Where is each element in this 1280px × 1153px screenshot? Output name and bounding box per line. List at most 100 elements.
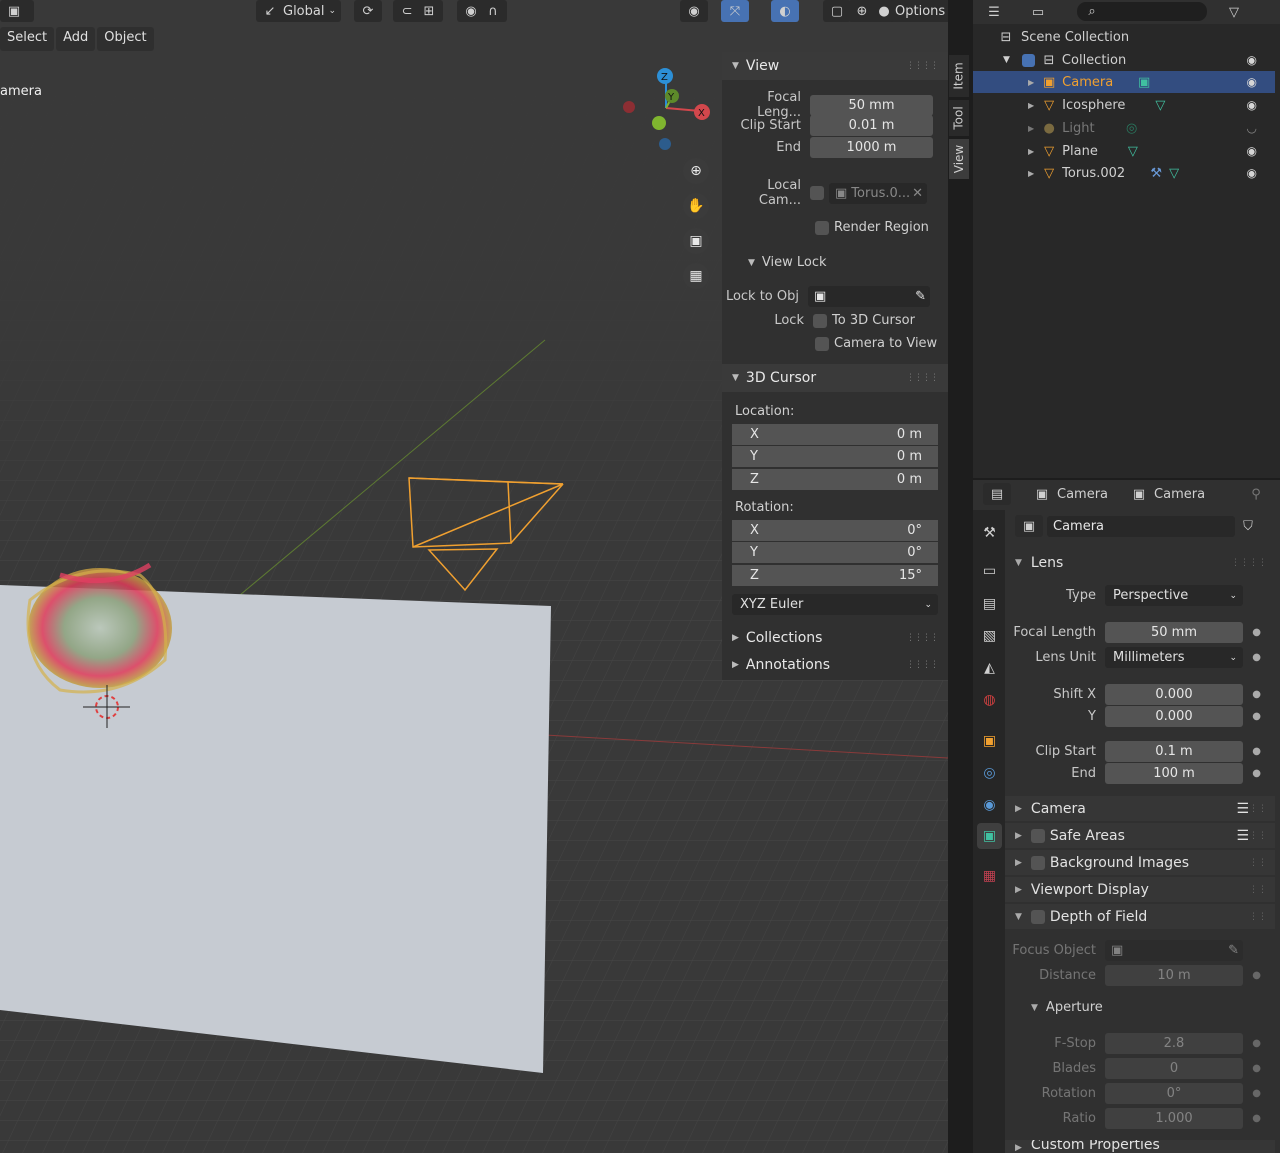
eye-icon[interactable]: ◉ [1247, 53, 1257, 67]
transform-orientation-dropdown[interactable]: ↙ Global ⌄ [256, 0, 342, 22]
collections-panel-header[interactable]: ▶ Collections ⋮⋮⋮⋮ [722, 624, 948, 652]
eyedropper-icon[interactable]: ✎ [915, 289, 926, 304]
outliner-search-input[interactable]: ⌕ [1077, 2, 1207, 21]
drag-grip-icon[interactable]: ⋮⋮ [1249, 804, 1267, 814]
lock-to-object-field[interactable]: ▣ ✎ [808, 286, 930, 307]
camera-to-view-row[interactable]: Camera to View [815, 336, 937, 351]
display-mode-icon[interactable]: ☰ [985, 3, 1003, 21]
presets-list-icon[interactable]: ☰ [1236, 828, 1249, 844]
keyframe-dot-icon[interactable]: ● [1252, 711, 1261, 722]
mesh-data-icon[interactable]: ▽ [1151, 96, 1169, 114]
aperture-rotation-field[interactable]: 0° [1105, 1083, 1243, 1104]
outliner-item-camera[interactable]: ▶ ▣ Camera ▣ ◉ [973, 71, 1275, 93]
collapsed-triangle-icon[interactable]: ▶ [1028, 147, 1034, 156]
shift-x-field[interactable]: 0.000 [1105, 684, 1243, 705]
location-y-field[interactable]: Y 0 m [732, 446, 938, 467]
tab-item[interactable]: Item [949, 55, 969, 97]
world-tab-icon[interactable]: ◍ [977, 687, 1002, 713]
view-lock-subheader[interactable]: ▼ View Lock [748, 255, 827, 270]
drag-grip-icon[interactable]: ⋮⋮⋮⋮ [906, 373, 939, 383]
pin-icon[interactable]: ⚲ [1247, 485, 1265, 503]
outliner-item-icosphere[interactable]: ▶ ▽ Icosphere ▽ ◉ [973, 94, 1275, 116]
clip-start-field[interactable]: 0.01 m [810, 115, 933, 136]
perspective-toggle-button[interactable]: ▦ [683, 263, 709, 289]
clip-start-field[interactable]: 0.1 m [1105, 741, 1243, 762]
outliner-item-light[interactable]: ▶ ● Light ◎ ◡ [973, 117, 1275, 139]
focus-object-field[interactable]: ▣ ✎ [1105, 940, 1243, 961]
mesh-data-icon[interactable]: ▽ [1124, 142, 1142, 160]
rotation-x-field[interactable]: X 0° [732, 520, 938, 541]
eye-icon[interactable]: ◉ [1247, 75, 1257, 89]
xray-toggle[interactable]: ▢ [823, 0, 851, 22]
output-tab-icon[interactable]: ▤ [977, 591, 1002, 617]
drag-grip-icon[interactable]: ⋮⋮⋮⋮ [906, 660, 939, 670]
scene-tab-icon[interactable]: ◭ [977, 655, 1002, 681]
light-data-icon[interactable]: ◎ [1123, 119, 1141, 137]
proportional-edit-toggle[interactable]: ◉ ∩ [457, 0, 507, 22]
rotation-z-field[interactable]: Z 15° [732, 565, 938, 586]
presets-list-icon[interactable]: ☰ [1236, 801, 1249, 817]
menu-add[interactable]: Add [56, 27, 96, 51]
drag-grip-icon[interactable]: ⋮⋮ [1249, 885, 1267, 895]
camera-data-icon[interactable]: ▣ [1135, 73, 1153, 91]
wrench-icon[interactable]: ⚒ [1147, 164, 1165, 182]
shift-y-field[interactable]: 0.000 [1105, 706, 1243, 727]
local-camera-field[interactable]: ▣ Torus.0... ✕ [829, 182, 927, 204]
keyframe-dot-icon[interactable]: ● [1252, 1113, 1261, 1124]
3d-cursor-panel-header[interactable]: ▼ 3D Cursor ⋮⋮⋮⋮ [722, 364, 948, 392]
blades-field[interactable]: 0 [1105, 1058, 1243, 1079]
fstop-field[interactable]: 2.8 [1105, 1033, 1243, 1054]
keyframe-dot-icon[interactable]: ● [1252, 1038, 1261, 1049]
focal-length-field[interactable]: 50 mm [810, 94, 933, 116]
collection-checkbox[interactable] [1021, 53, 1035, 67]
texture-tab-icon[interactable]: ▦ [977, 863, 1002, 889]
dof-checkbox[interactable] [1030, 909, 1045, 924]
drag-grip-icon[interactable]: ⋮⋮⋮⋮ [1231, 558, 1267, 568]
clip-end-field[interactable]: 1000 m [810, 137, 933, 158]
viewport-display-panel-header[interactable]: ▶ Viewport Display ⋮⋮ [1005, 877, 1275, 902]
keyframe-dot-icon[interactable]: ● [1252, 746, 1261, 757]
custom-properties-panel-header[interactable]: ▶ Custom Properties [1005, 1140, 1275, 1153]
tab-tool[interactable]: Tool [949, 100, 969, 136]
overlay-toggle[interactable]: ◐ [771, 0, 799, 22]
collapsed-triangle-icon[interactable]: ▶ [1028, 124, 1034, 133]
local-camera-checkbox[interactable] [810, 186, 824, 200]
drag-grip-icon[interactable]: ⋮⋮⋮⋮ [906, 633, 939, 643]
fake-user-shield-icon[interactable]: ⛉ [1239, 517, 1257, 535]
tab-view[interactable]: View [949, 139, 969, 179]
render-tab-icon[interactable]: ▭ [977, 558, 1002, 584]
zoom-button[interactable]: ⊕ [683, 158, 709, 184]
drag-grip-icon[interactable]: ⋮⋮ [1249, 831, 1267, 841]
snap-toggle[interactable]: ⊂ ⊞ [393, 0, 443, 22]
camera-view-button[interactable]: ▣ [683, 228, 709, 254]
drag-grip-icon[interactable]: ⋮⋮ [1249, 858, 1267, 868]
object-tab-icon[interactable]: ▣ [977, 728, 1002, 754]
keyframe-dot-icon[interactable]: ● [1252, 652, 1261, 663]
menu-object[interactable]: Object [97, 27, 154, 51]
collapsed-triangle-icon[interactable]: ▶ [1028, 78, 1034, 87]
drag-grip-icon[interactable]: ⋮⋮ [1249, 912, 1267, 922]
outliner-scene-collection[interactable]: ⊟ Scene Collection [973, 26, 1275, 48]
eye-icon[interactable]: ◉ [1247, 144, 1257, 158]
datablock-browse[interactable]: ▣ [1015, 515, 1043, 537]
render-region-row[interactable]: Render Region [815, 220, 929, 235]
keyframe-dot-icon[interactable]: ● [1252, 689, 1261, 700]
dof-panel-header[interactable]: ▼ Depth of Field ⋮⋮ [1005, 904, 1275, 929]
outliner-item-plane[interactable]: ▶ ▽ Plane ▽ ◉ [973, 140, 1275, 162]
safe-areas-checkbox[interactable] [1030, 828, 1045, 843]
rotation-mode-dropdown[interactable]: XYZ Euler ⌄ [732, 594, 938, 615]
eyedropper-icon[interactable]: ✎ [1228, 943, 1239, 958]
collapsed-triangle-icon[interactable]: ▶ [1028, 169, 1034, 178]
visibility-dropdown[interactable]: ◉ [680, 0, 708, 22]
aperture-subheader[interactable]: ▼ Aperture [1005, 1000, 1275, 1015]
filter-view-icon[interactable]: ▭ [1029, 3, 1047, 21]
camera-panel-header[interactable]: ▶ Camera ☰ ⋮⋮ [1005, 796, 1275, 821]
background-images-panel-header[interactable]: ▶ Background Images ⋮⋮ [1005, 850, 1275, 875]
keyframe-dot-icon[interactable]: ● [1252, 1088, 1261, 1099]
options-dropdown[interactable]: Options ⌄ [890, 0, 948, 22]
drag-grip-icon[interactable]: ⋮⋮⋮⋮ [906, 61, 939, 71]
location-z-field[interactable]: Z 0 m [732, 469, 938, 490]
eye-icon[interactable]: ◉ [1247, 166, 1257, 180]
annotations-panel-header[interactable]: ▶ Annotations ⋮⋮⋮⋮ [722, 651, 948, 679]
lens-panel-header[interactable]: ▼ Lens ⋮⋮⋮⋮ [1005, 550, 1275, 575]
